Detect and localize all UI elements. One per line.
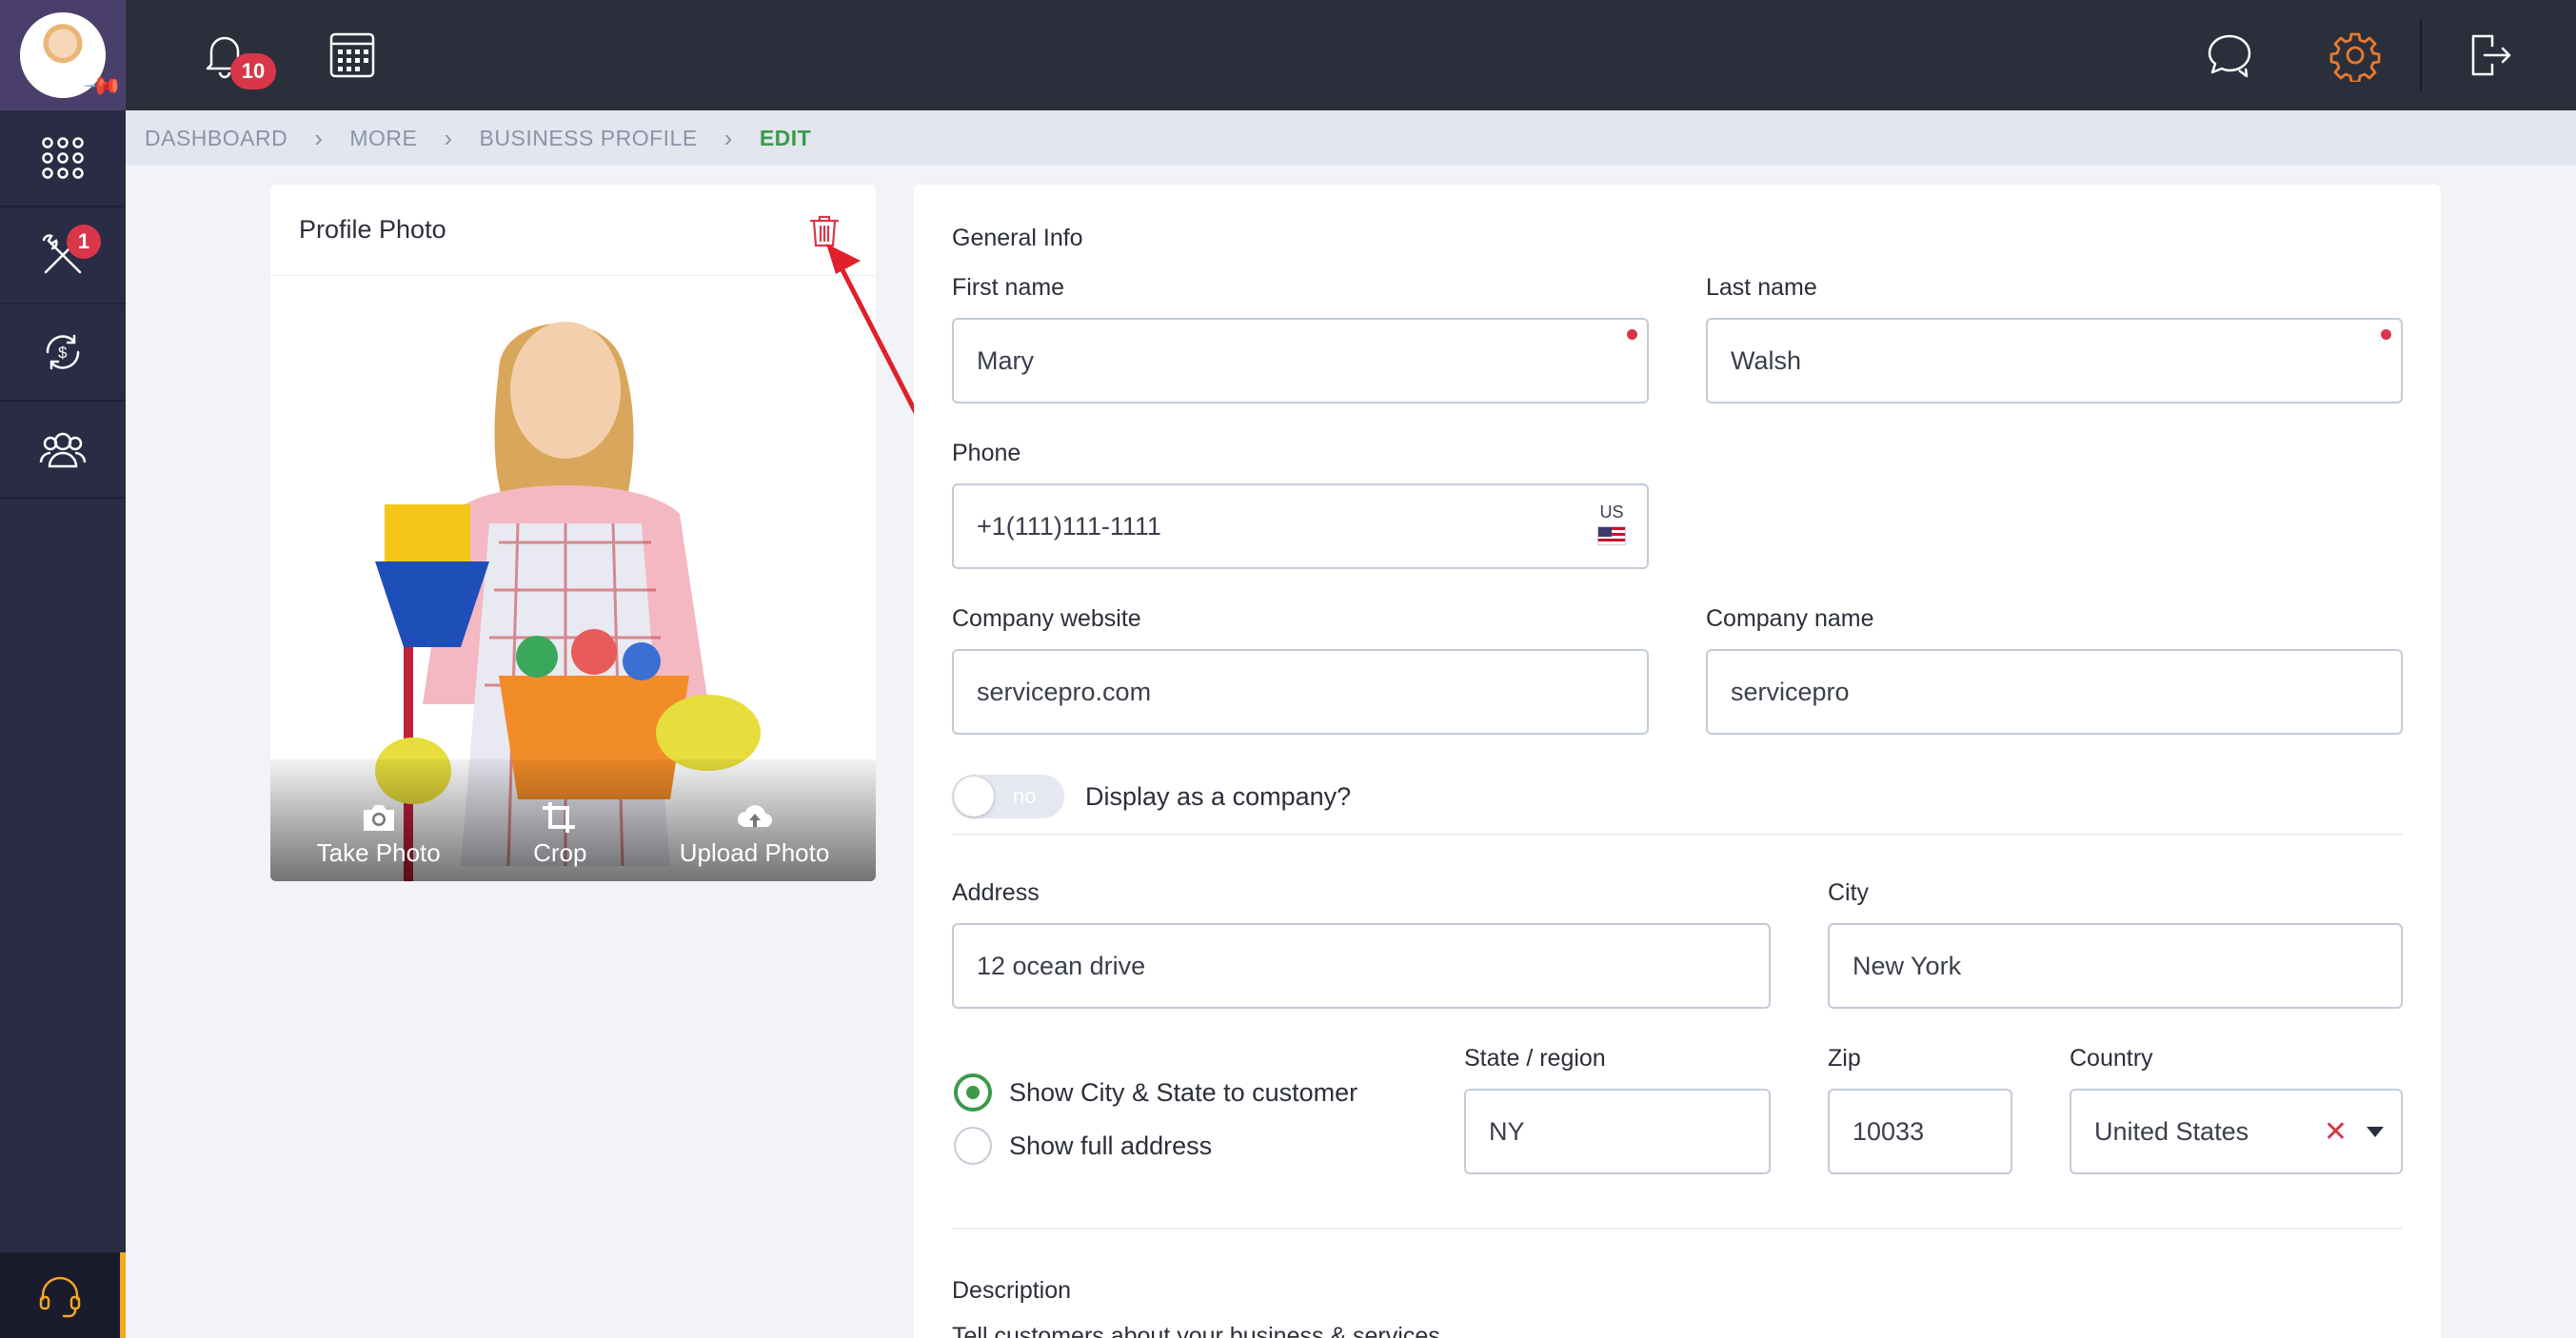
user-avatar-area[interactable]: 📌	[0, 0, 126, 110]
zip-value: 10033	[1853, 1116, 1925, 1146]
divider	[952, 1228, 2403, 1230]
country-code-selector[interactable]: US	[1597, 502, 1626, 545]
chat-button[interactable]	[2201, 27, 2258, 84]
last-name-label: Last name	[1706, 274, 1817, 301]
cloud-upload-icon	[737, 805, 772, 827]
state-label: State / region	[1464, 1045, 1606, 1072]
breadcrumb-more[interactable]: MORE	[349, 126, 417, 151]
clear-icon[interactable]: ✕	[2324, 1115, 2348, 1149]
crop-button[interactable]: Crop	[533, 800, 586, 868]
sidebar-item-billing[interactable]: $	[0, 305, 126, 402]
company-website-value: servicepro.com	[977, 677, 1152, 706]
company-name-label: Company name	[1706, 605, 1874, 632]
sidebar-item-tools[interactable]: 1	[0, 207, 126, 305]
settings-button[interactable]	[2327, 27, 2384, 84]
tools-badge: 1	[67, 225, 101, 259]
address-value: 12 ocean drive	[977, 951, 1146, 980]
notification-badge: 10	[230, 53, 276, 89]
topbar-divider	[2420, 19, 2422, 91]
svg-text:$: $	[58, 344, 68, 362]
crop-label: Crop	[533, 838, 587, 867]
profile-photo-title: Profile Photo	[299, 215, 446, 244]
take-photo-label: Take Photo	[316, 838, 441, 867]
city-label: City	[1828, 879, 1870, 906]
display-company-toggle[interactable]: no	[952, 775, 1064, 818]
city-value: New York	[1853, 951, 1962, 980]
toggle-state: no	[1013, 784, 1037, 808]
divider	[952, 834, 2403, 836]
photo-actions: Take Photo Crop Upload Photo	[270, 759, 876, 881]
toggle-knob	[954, 777, 994, 817]
breadcrumb-edit: EDIT	[759, 125, 812, 150]
calendar-button[interactable]	[324, 27, 381, 84]
country-value: United States	[2094, 1116, 2249, 1146]
calendar-icon	[329, 32, 375, 78]
company-name-value: servicepro	[1731, 677, 1850, 706]
company-name-input[interactable]: servicepro	[1706, 649, 2403, 735]
gear-icon	[2329, 32, 2381, 82]
breadcrumb: DASHBOARD › MORE › BUSINESS PROFILE › ED…	[126, 110, 2576, 166]
address-label: Address	[952, 879, 1040, 906]
profile-photo-card: Profile Photo Take Photo Crop Upload Pho…	[270, 185, 876, 881]
display-company-label: Display as a company?	[1085, 782, 1352, 811]
logout-button[interactable]	[2460, 27, 2517, 84]
sidebar-item-team[interactable]	[0, 402, 126, 499]
money-cycle-icon: $	[46, 334, 80, 370]
top-bar: 10	[126, 0, 2576, 110]
profile-photo-header: Profile Photo	[270, 185, 876, 276]
radio-show-full-address-label: Show full address	[1009, 1131, 1213, 1160]
required-indicator	[1627, 329, 1637, 340]
city-input[interactable]: New York	[1828, 923, 2403, 1009]
zip-input[interactable]: 10033	[1828, 1089, 2012, 1174]
first-name-input[interactable]: Mary	[952, 318, 1649, 403]
chat-icon	[2208, 34, 2251, 78]
crop-icon	[543, 802, 576, 833]
chevron-down-icon[interactable]	[2367, 1127, 2384, 1137]
last-name-value: Walsh	[1731, 345, 1802, 375]
radio-show-city-state-label: Show City & State to customer	[1009, 1077, 1358, 1107]
business-info-form: General Info First name Mary Last name W…	[914, 185, 2441, 1338]
radio-checked-icon	[954, 1073, 992, 1112]
chevron-right-icon: ›	[444, 123, 453, 152]
chevron-right-icon: ›	[314, 123, 324, 152]
required-indicator	[2381, 329, 2391, 340]
upload-photo-label: Upload Photo	[679, 838, 830, 867]
sidebar: 📌 1 $	[0, 0, 126, 1338]
breadcrumb-business-profile[interactable]: BUSINESS PROFILE	[480, 126, 698, 151]
chevron-right-icon: ›	[723, 123, 733, 152]
first-name-value: Mary	[977, 345, 1034, 375]
phone-value: +1(111)111-1111	[977, 511, 1161, 541]
address-input[interactable]: 12 ocean drive	[952, 923, 1771, 1009]
first-name-label: First name	[952, 274, 1065, 301]
headset-icon	[39, 1276, 81, 1318]
radio-unchecked-icon	[954, 1127, 992, 1165]
description-subtext: Tell customers about your business & ser…	[952, 1323, 1440, 1338]
phone-input[interactable]: +1(111)111-1111 US	[952, 483, 1649, 569]
state-value: NY	[1489, 1116, 1525, 1146]
radio-show-full-address[interactable]: Show full address	[954, 1127, 1212, 1165]
camera-icon	[363, 805, 394, 831]
radio-show-city-state[interactable]: Show City & State to customer	[954, 1073, 1357, 1112]
country-code-label: US	[1599, 502, 1624, 521]
state-input[interactable]: NY	[1464, 1089, 1771, 1174]
sidebar-item-apps[interactable]	[0, 110, 126, 207]
support-button[interactable]	[0, 1252, 126, 1338]
users-icon	[39, 432, 87, 468]
country-label: Country	[2070, 1045, 2153, 1072]
logout-icon	[2471, 34, 2511, 76]
grid-dots-icon	[42, 137, 84, 179]
take-photo-button[interactable]: Take Photo	[317, 800, 441, 868]
country-select[interactable]: United States ✕	[2070, 1089, 2403, 1174]
phone-label: Phone	[952, 440, 1021, 466]
upload-photo-button[interactable]: Upload Photo	[679, 800, 830, 868]
profile-photo: Take Photo Crop Upload Photo	[270, 276, 876, 881]
company-website-label: Company website	[952, 605, 1141, 632]
us-flag-icon	[1597, 526, 1626, 545]
company-website-input[interactable]: servicepro.com	[952, 649, 1649, 735]
description-label: Description	[952, 1277, 1072, 1304]
zip-label: Zip	[1828, 1045, 1861, 1072]
section-general-info: General Info	[952, 225, 1083, 251]
breadcrumb-dashboard[interactable]: DASHBOARD	[145, 126, 287, 151]
last-name-input[interactable]: Walsh	[1706, 318, 2403, 403]
